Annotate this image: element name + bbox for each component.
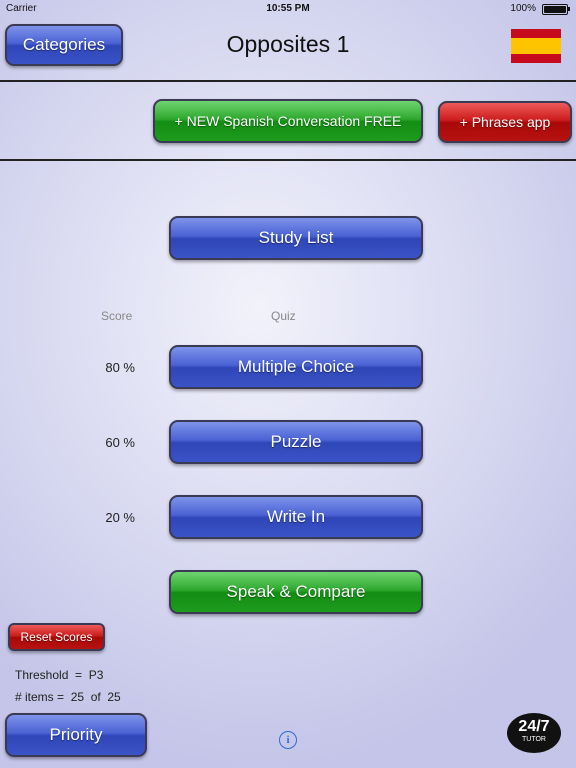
tutor-logo-number: 24/7 — [518, 718, 550, 735]
promo-divider — [0, 159, 576, 161]
multiple-choice-label: Multiple Choice — [237, 357, 355, 376]
speak-compare-button[interactable]: Speak & Compare — [169, 570, 423, 614]
write-in-button[interactable]: Write In — [169, 495, 423, 539]
multiple-choice-score: 80 % — [105, 360, 135, 375]
priority-button[interactable]: Priority — [5, 713, 147, 757]
puzzle-label: Puzzle — [270, 432, 322, 451]
spain-flag-icon[interactable] — [511, 29, 561, 63]
clock: 10:55 PM — [266, 3, 310, 14]
info-icon[interactable]: i — [279, 731, 297, 749]
score-column-header: Score — [101, 309, 133, 323]
write-in-score: 20 % — [105, 510, 135, 525]
spanish-conversation-button[interactable]: + NEW Spanish Conversation FREE — [153, 99, 423, 143]
reset-scores-button[interactable]: Reset Scores — [8, 623, 105, 651]
quiz-column-header: Quiz — [271, 309, 296, 323]
study-list-button[interactable]: Study List — [169, 216, 423, 260]
battery-icon — [542, 4, 570, 15]
phrases-app-button[interactable]: + Phrases app — [438, 101, 572, 143]
threshold-text: Threshold = P3 — [15, 668, 104, 682]
puzzle-button[interactable]: Puzzle — [169, 420, 423, 464]
puzzle-score: 60 % — [105, 435, 135, 450]
items-count-text: # items = 25 of 25 — [15, 690, 121, 704]
study-list-label: Study List — [258, 228, 334, 247]
header-divider — [0, 80, 576, 82]
multiple-choice-button[interactable]: Multiple Choice — [169, 345, 423, 389]
battery-percent: 100% — [510, 3, 536, 14]
tutor-logo[interactable]: 24/7 TUTOR — [507, 713, 561, 753]
status-bar: Carrier 10:55 PM 100% — [0, 0, 576, 16]
page-title: Opposites 1 — [226, 31, 350, 57]
tutor-logo-text: TUTOR — [522, 736, 546, 743]
phrases-app-label: + Phrases app — [459, 114, 551, 130]
priority-label: Priority — [49, 725, 103, 744]
reset-scores-label: Reset Scores — [20, 630, 93, 644]
speak-compare-label: Speak & Compare — [226, 582, 366, 601]
write-in-label: Write In — [266, 507, 326, 526]
spanish-conversation-label: + NEW Spanish Conversation FREE — [174, 113, 402, 129]
